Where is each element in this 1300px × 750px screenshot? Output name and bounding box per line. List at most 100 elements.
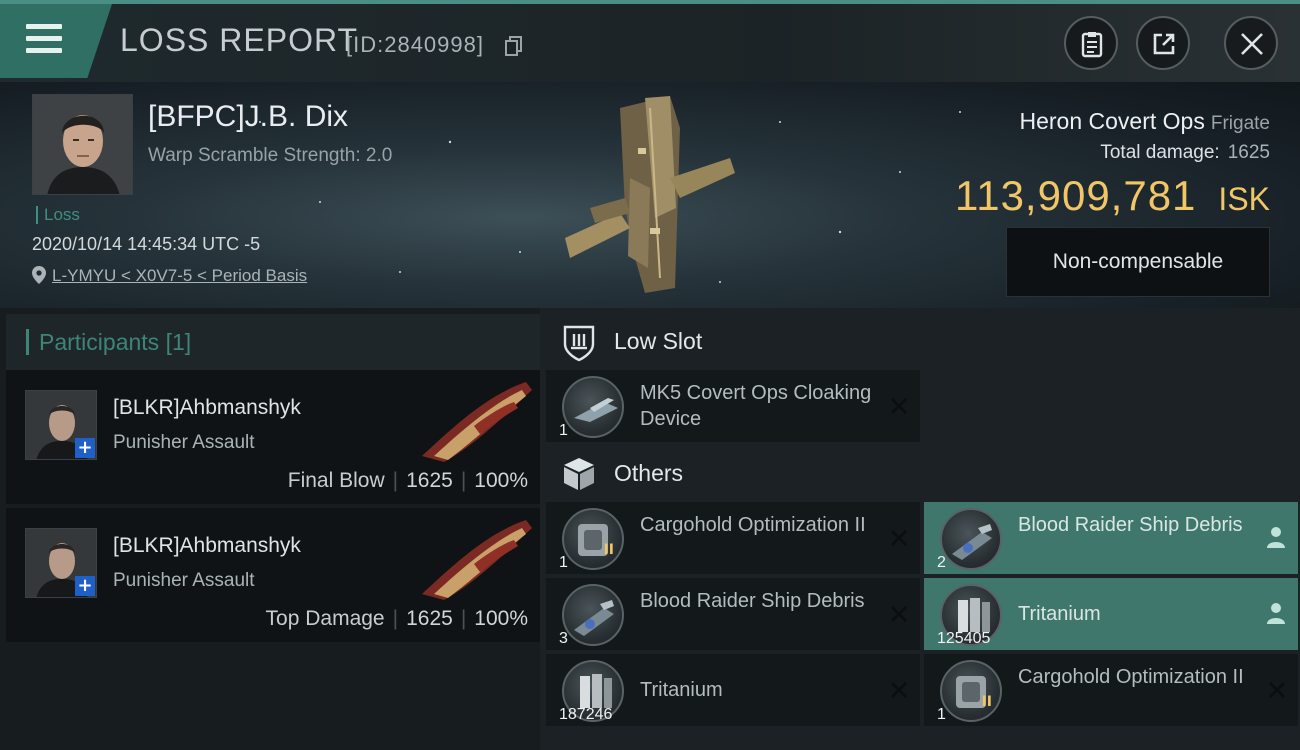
item-icon: II — [562, 508, 624, 570]
participant-damage: 1625 — [406, 607, 453, 630]
item-quantity: 1 — [559, 554, 568, 571]
item-icon — [940, 508, 1002, 570]
hamburger-menu-icon — [26, 24, 62, 54]
item-tritanium[interactable]: 125405 Tritanium — [924, 578, 1298, 650]
item-cloaking-device[interactable]: 1 MK5 Covert Ops Cloaking Device — [546, 370, 920, 442]
participant-ship: Punisher Assault — [113, 432, 255, 453]
item-icon — [562, 376, 624, 438]
item-name: Cargohold Optimization II — [1018, 666, 1244, 688]
participants-label: Participants [1] — [26, 329, 191, 355]
add-contact-icon[interactable]: + — [75, 576, 95, 596]
item-icon: II — [940, 660, 1002, 722]
dropped-person-icon — [1267, 527, 1285, 548]
low-slot-label: Low Slot — [614, 328, 703, 354]
isk-value: 113,909,781 ISK — [955, 172, 1270, 220]
participant-percent: 100% — [474, 607, 528, 630]
close-button[interactable] — [1224, 16, 1278, 70]
isk-unit: ISK — [1218, 181, 1270, 217]
loss-tag: Loss — [36, 206, 80, 224]
item-quantity: 1 — [559, 422, 568, 439]
destroyed-x-icon — [1269, 682, 1285, 698]
participant-percent: 100% — [474, 469, 528, 492]
tech-ii-badge: II — [981, 694, 992, 710]
item-quantity: 3 — [559, 630, 568, 647]
participants-panel: Participants [1] + [BLKR]Ahbmanshyk Puni… — [0, 308, 540, 750]
item-tritanium[interactable]: 187246 Tritanium — [546, 654, 920, 726]
items-panel: Low Slot 1 MK5 Covert Ops Cloaking Devic… — [540, 308, 1300, 750]
victim-pilot-name[interactable]: [BFPC]J.B. Dix — [148, 100, 348, 134]
cargo-box-icon — [564, 458, 594, 490]
total-damage: Total damage: 1625 — [1100, 142, 1270, 164]
destroyed-x-icon — [891, 682, 907, 698]
share-icon — [1153, 33, 1175, 55]
cloaking-device-icon — [574, 398, 618, 422]
pilot-portrait-image — [33, 95, 132, 194]
location-link[interactable]: L-YMYU < X0V7-5 < Period Basis — [32, 266, 307, 286]
ship-debris-icon — [952, 524, 992, 560]
share-button[interactable] — [1136, 16, 1190, 70]
cargohold-optimization-icon — [956, 676, 986, 708]
compensation-status: Non-compensable — [1006, 227, 1270, 297]
tech-ii-badge: II — [603, 542, 614, 558]
participant-role: Top Damage — [265, 607, 385, 630]
item-name: Blood Raider Ship Debris — [640, 590, 865, 612]
participant-stats: Final Blow | 1625 | 100% — [287, 469, 528, 492]
participant-ship: Punisher Assault — [113, 570, 255, 591]
destroyed-x-icon — [891, 606, 907, 622]
menu-button[interactable] — [0, 4, 112, 78]
participant-ship-image[interactable] — [414, 376, 534, 462]
isk-amount: 113,909,781 — [954, 172, 1197, 219]
item-name: Tritanium — [1018, 603, 1101, 625]
copy-icon[interactable] — [505, 36, 523, 56]
page-title: LOSS REPORT — [120, 22, 359, 58]
item-cargohold-optimization[interactable]: II 1 Cargohold Optimization II — [924, 654, 1298, 726]
participants-count: [1] — [165, 329, 192, 355]
item-name: Cargohold Optimization II — [640, 514, 866, 536]
participant-name[interactable]: [BLKR]Ahbmanshyk — [113, 396, 301, 420]
item-name: Tritanium — [640, 679, 723, 701]
destroyed-x-icon — [891, 530, 907, 546]
participant-ship-image[interactable] — [414, 514, 534, 600]
location-text: L-YMYU < X0V7-5 < Period Basis — [52, 266, 308, 285]
participant-stats: Top Damage | 1625 | 100% — [265, 607, 528, 630]
add-contact-icon[interactable]: + — [75, 438, 95, 458]
item-quantity: 2 — [937, 554, 946, 571]
item-blood-raider-debris[interactable]: 2 Blood Raider Ship Debris — [924, 502, 1298, 574]
item-cargohold-optimization[interactable]: II 1 Cargohold Optimization II — [546, 502, 920, 574]
warp-scramble-strength: Warp Scramble Strength: 2.0 — [148, 145, 393, 166]
item-name: Blood Raider Ship Debris — [1018, 514, 1243, 536]
participants-header: Participants [1] — [6, 314, 540, 372]
total-damage-label: Total damage: — [1100, 142, 1220, 163]
item-quantity: 187246 — [559, 706, 613, 723]
participant-row[interactable]: + [BLKR]Ahbmanshyk Punisher Assault Fina… — [6, 370, 540, 504]
cargohold-optimization-icon — [578, 524, 608, 556]
participant-name[interactable]: [BLKR]Ahbmanshyk — [113, 534, 301, 558]
participant-role: Final Blow — [287, 469, 385, 492]
kill-timestamp: 2020/10/14 14:45:34 UTC -5 — [32, 234, 261, 254]
participant-damage: 1625 — [406, 469, 453, 492]
item-blood-raider-debris[interactable]: 3 Blood Raider Ship Debris — [546, 578, 920, 650]
destroyed-x-icon — [891, 398, 907, 414]
ship-name[interactable]: Heron Covert Ops — [1020, 108, 1205, 134]
participant-avatar[interactable]: + — [25, 528, 97, 598]
report-id: [ID:2840998] — [346, 32, 484, 57]
top-bar: LOSS REPORT [ID:2840998] — [0, 0, 1300, 82]
item-icon — [562, 584, 624, 646]
dropped-person-icon — [1267, 603, 1285, 624]
participants-title: Participants — [39, 329, 160, 355]
close-icon — [1241, 33, 1263, 55]
low-slot-icon — [563, 325, 595, 362]
item-quantity: 125405 — [937, 630, 991, 647]
ship-type: Heron Covert Ops Frigate — [1020, 108, 1271, 135]
victim-ship-image[interactable] — [550, 88, 750, 298]
item-name: MK5 Covert Ops Cloaking Device — [640, 382, 872, 430]
ship-class: Frigate — [1210, 113, 1270, 134]
participant-avatar[interactable]: + — [25, 390, 97, 460]
location-pin-icon — [32, 266, 46, 284]
clipboard-icon — [1081, 32, 1103, 58]
clipboard-button[interactable] — [1064, 16, 1118, 70]
participant-row[interactable]: + [BLKR]Ahbmanshyk Punisher Assault Top … — [6, 508, 540, 642]
victim-portrait[interactable] — [32, 94, 133, 195]
item-quantity: 1 — [937, 706, 946, 723]
top-accent-line — [0, 0, 1300, 4]
